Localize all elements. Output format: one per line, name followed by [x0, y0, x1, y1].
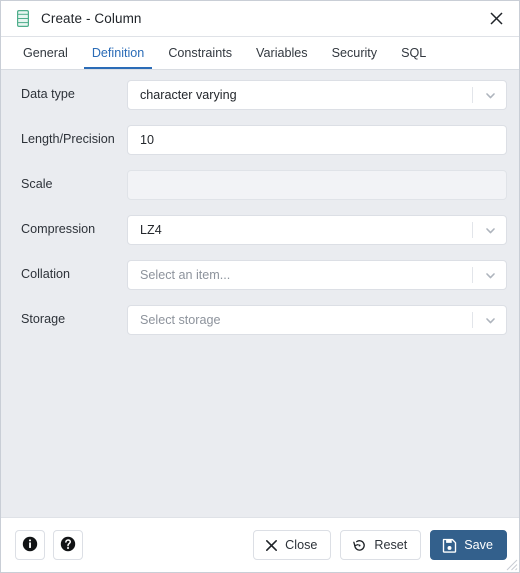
tab-definition[interactable]: Definition	[80, 37, 157, 69]
data-type-select[interactable]: character varying	[127, 80, 507, 110]
separator	[472, 87, 473, 103]
chevron-down-icon[interactable]	[480, 310, 500, 330]
column-icon	[15, 10, 31, 28]
storage-label: Storage	[21, 312, 66, 326]
length-precision-input[interactable]: 10	[127, 125, 507, 155]
data-type-control: character varying	[127, 80, 507, 110]
dialog-titlebar: Create - Column	[1, 1, 519, 37]
tab-sql-label: SQL	[401, 46, 427, 60]
help-button[interactable]	[53, 530, 83, 560]
tab-constraints-label: Constraints	[168, 46, 233, 60]
save-button[interactable]: Save	[430, 530, 507, 560]
collation-control: Select an item...	[127, 260, 507, 290]
data-type-value: character varying	[140, 88, 237, 102]
reset-button[interactable]: Reset	[340, 530, 422, 560]
definition-form: Data type character varying Length/Preci…	[1, 70, 519, 517]
save-icon	[442, 538, 457, 553]
close-icon[interactable]	[485, 8, 507, 30]
close-x-icon	[265, 539, 278, 552]
field-row-storage: Storage Select storage	[15, 305, 507, 335]
dialog-title: Create - Column	[41, 11, 142, 26]
length-precision-label: Length/Precision	[21, 132, 115, 146]
length-precision-value: 10	[140, 133, 155, 147]
tab-definition-label: Definition	[91, 46, 145, 60]
chevron-down-icon[interactable]	[480, 265, 500, 285]
field-row-data-type: Data type character varying	[15, 80, 507, 110]
tab-constraints[interactable]: Constraints	[156, 37, 244, 69]
collation-indicators	[472, 261, 506, 289]
collation-label: Collation	[21, 267, 71, 281]
scale-input	[127, 170, 507, 200]
footer-right-group: Close Reset Save	[253, 530, 507, 560]
scale-label: Scale	[21, 177, 53, 191]
field-row-collation: Collation Select an item...	[15, 260, 507, 290]
info-icon	[22, 536, 38, 555]
compression-select[interactable]: LZ4	[127, 215, 507, 245]
collation-select[interactable]: Select an item...	[127, 260, 507, 290]
length-precision-control: 10	[127, 125, 507, 155]
separator	[472, 267, 473, 283]
chevron-down-icon[interactable]	[480, 220, 500, 240]
compression-control: LZ4	[127, 215, 507, 245]
storage-indicators	[472, 306, 506, 334]
separator	[472, 222, 473, 238]
save-button-label: Save	[464, 538, 493, 552]
tab-general[interactable]: General	[11, 37, 80, 69]
close-button-label: Close	[285, 538, 318, 552]
field-row-length-precision: Length/Precision 10	[15, 125, 507, 155]
reset-button-label: Reset	[374, 538, 408, 552]
reset-icon	[352, 538, 367, 553]
create-column-dialog: Create - Column General Definition Const…	[0, 0, 520, 573]
resize-handle[interactable]	[503, 556, 518, 571]
compression-label: Compression	[21, 222, 96, 236]
info-button[interactable]	[15, 530, 45, 560]
compression-indicators	[472, 216, 506, 244]
tab-variables[interactable]: Variables	[244, 37, 320, 69]
field-row-compression: Compression LZ4	[15, 215, 507, 245]
separator	[472, 312, 473, 328]
collation-placeholder: Select an item...	[140, 268, 231, 282]
tab-sql[interactable]: SQL	[389, 37, 438, 69]
tab-security[interactable]: Security	[320, 37, 390, 69]
tab-security-label: Security	[331, 46, 378, 60]
storage-select[interactable]: Select storage	[127, 305, 507, 335]
tab-general-label: General	[23, 46, 68, 60]
chevron-down-icon[interactable]	[480, 85, 500, 105]
scale-control	[127, 170, 507, 200]
help-icon	[60, 536, 76, 555]
data-type-indicators	[472, 81, 506, 109]
close-button[interactable]: Close	[253, 530, 332, 560]
field-row-scale: Scale	[15, 170, 507, 200]
footer-left-group	[15, 530, 83, 560]
dialog-tabbar: General Definition Constraints Variables…	[1, 37, 519, 70]
storage-control: Select storage	[127, 305, 507, 335]
compression-value: LZ4	[140, 223, 162, 237]
tab-variables-label: Variables	[256, 46, 308, 60]
data-type-label: Data type	[21, 87, 75, 101]
dialog-footer: Close Reset Save	[1, 517, 519, 572]
storage-placeholder: Select storage	[140, 313, 221, 327]
